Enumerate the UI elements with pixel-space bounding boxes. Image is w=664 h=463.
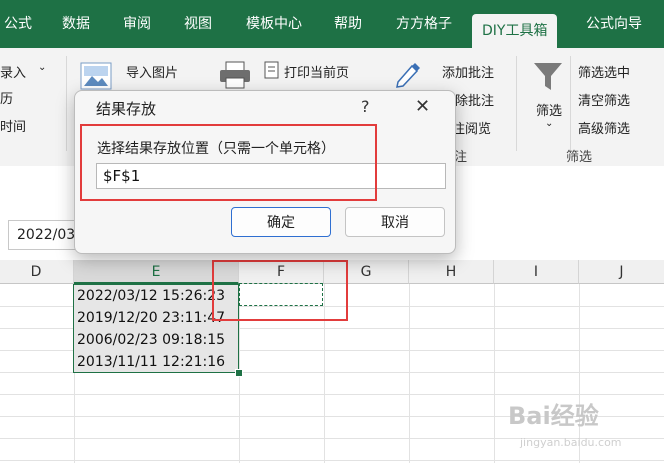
annotation-highlight-cell (212, 260, 348, 321)
image-icon[interactable] (80, 62, 116, 92)
dialog-title: 结果存放 (96, 100, 157, 118)
cell-e3[interactable]: 2006/02/23 09:18:15 (74, 329, 239, 351)
column-header-j[interactable]: J (579, 260, 664, 284)
tab-data[interactable]: 数据 (52, 0, 100, 48)
chevron-down-icon[interactable]: ⌄ (38, 62, 46, 73)
pencil-comment-icon[interactable] (394, 60, 422, 88)
help-icon[interactable]: ? (361, 97, 370, 116)
ribbon-tab-bar: 公式 数据 审阅 视图 模板中心 帮助 方方格子 DIY工具箱 公式向导 (0, 0, 664, 48)
advanced-filter-button[interactable]: 高级筛选 (578, 118, 630, 137)
ribbon-separator (516, 56, 517, 151)
printer-icon[interactable] (218, 60, 252, 90)
import-image-button[interactable]: 导入图片 (126, 62, 178, 81)
column-divider (409, 284, 410, 463)
tab-fangfang[interactable]: 方方格子 (386, 0, 462, 48)
comment-reading-button[interactable]: 注阅览 (452, 118, 491, 137)
row-divider (0, 460, 664, 461)
cancel-button[interactable]: 取消 (345, 207, 445, 237)
ok-button[interactable]: 确定 (231, 207, 331, 237)
ribbon-separator (66, 56, 67, 151)
column-header-h[interactable]: H (409, 260, 494, 284)
row-divider (0, 394, 664, 395)
filter-selected-button[interactable]: 筛选选中 (578, 62, 630, 81)
ribbon-history-label[interactable]: 历 (0, 88, 13, 107)
tab-diy-toolbox[interactable]: DIY工具箱 (472, 14, 558, 48)
clear-filter-button[interactable]: 清空筛选 (578, 90, 630, 109)
column-divider (494, 284, 495, 463)
close-icon[interactable]: ✕ (415, 96, 430, 117)
tab-review[interactable]: 审阅 (113, 0, 161, 48)
print-current-page-button[interactable]: 打印当前页 (284, 62, 349, 81)
baidu-watermark-url: jingyan.baidu.com (520, 436, 622, 449)
ribbon-input-label[interactable]: 录入 (0, 62, 26, 81)
fill-handle[interactable] (235, 369, 243, 377)
cell-e4[interactable]: 2013/11/11 12:21:16 (74, 351, 239, 373)
column-header-i[interactable]: I (494, 260, 579, 284)
add-comment-button[interactable]: 添加批注 (442, 62, 494, 81)
tab-template-center[interactable]: 模板中心 (236, 0, 312, 48)
tab-formulas[interactable]: 公式 (0, 0, 42, 48)
ribbon-separator (570, 56, 571, 151)
ribbon-time-label[interactable]: 时间 (0, 116, 26, 135)
filter-button-label[interactable]: 筛选 (536, 100, 562, 119)
tab-view[interactable]: 视图 (174, 0, 222, 48)
tab-formula-wizard[interactable]: 公式向导 (576, 0, 652, 48)
chevron-down-icon[interactable]: ⌄ (545, 118, 553, 129)
column-header-d[interactable]: D (0, 260, 74, 284)
filter-funnel-icon[interactable] (532, 60, 564, 94)
filter-group-label: 筛选 (566, 150, 593, 165)
annotation-highlight-input (80, 124, 377, 201)
print-page-icon (262, 60, 282, 80)
tab-help[interactable]: 帮助 (324, 0, 372, 48)
